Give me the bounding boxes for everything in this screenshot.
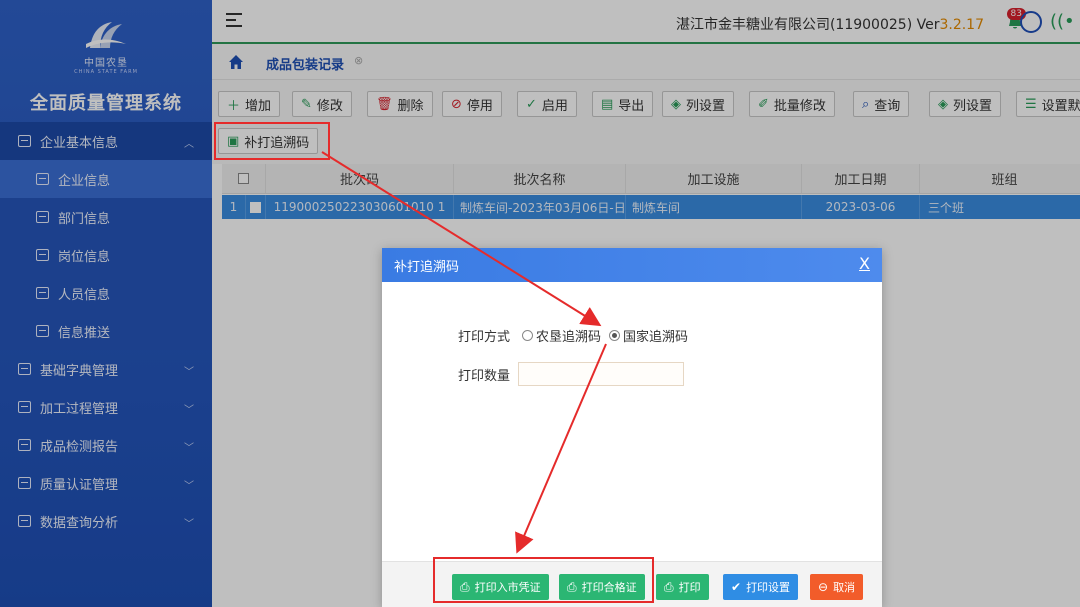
print-icon: ⎙ (664, 579, 674, 594)
annotation-box-reprint (214, 122, 330, 160)
dialog-header: 补打追溯码 X (382, 248, 882, 282)
print-qty-row: 打印数量 (458, 362, 685, 386)
dialog-title: 补打追溯码 (394, 259, 460, 275)
print-mode-row: 打印方式 农垦追溯码 国家追溯码 (458, 326, 688, 345)
print-qty-input[interactable] (518, 362, 685, 386)
button-label: 打印设置 (746, 581, 791, 594)
annotation-box-print-buttons (433, 557, 654, 603)
print-mode-label: 打印方式 (458, 330, 511, 345)
check-icon: ✔ (731, 580, 742, 594)
print-settings-button[interactable]: ✔ 打印设置 (723, 574, 799, 600)
radio-option-national[interactable]: 国家追溯码 (609, 326, 688, 345)
cancel-button[interactable]: ⊖ 取消 (810, 574, 864, 600)
radio-nongken[interactable] (522, 330, 534, 341)
dialog-close-button[interactable]: X (859, 254, 870, 273)
radio-option-nongken[interactable]: 农垦追溯码 (522, 326, 601, 345)
radio-national[interactable] (609, 330, 621, 341)
reprint-dialog: 补打追溯码 X 打印方式 农垦追溯码 国家追溯码 打印数量 ⎙ 打印入市凭证 ⎙ 打… (382, 248, 882, 607)
radio-label: 农垦追溯码 (536, 330, 602, 345)
minus-circle-icon: ⊖ (818, 580, 829, 594)
button-label: 取消 (833, 581, 856, 594)
print-qty-label: 打印数量 (458, 368, 511, 384)
radio-label: 国家追溯码 (623, 330, 689, 345)
button-label: 打印 (678, 581, 701, 594)
print-button[interactable]: ⎙ 打印 (656, 574, 709, 600)
